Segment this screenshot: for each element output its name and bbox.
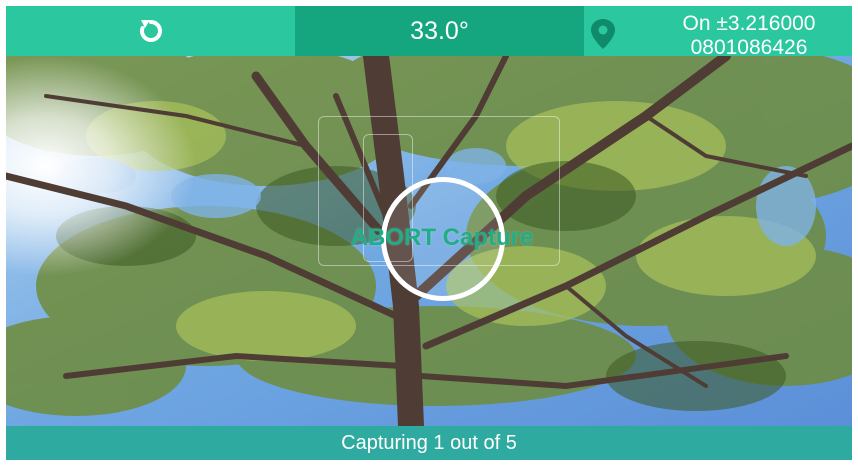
- camera-capture-screen: ABORT Capture 33.0° On ±3.216000 0801086…: [6, 6, 852, 460]
- gps-line-2: 0801086426: [690, 36, 808, 56]
- reset-button[interactable]: [6, 6, 295, 56]
- map-pin-icon: [591, 19, 615, 49]
- abort-capture-button[interactable]: ABORT Capture: [316, 224, 568, 252]
- angle-readout: 33.0°: [295, 6, 584, 56]
- gps-accuracy: On ±3.216000 0801086426: [654, 12, 844, 56]
- top-bar: 33.0° On ±3.216000 0801086426: [6, 6, 852, 56]
- capture-progress-text: Capturing 1 out of 5: [341, 431, 517, 454]
- status-bar: Capturing 1 out of 5: [6, 426, 852, 460]
- refresh-icon: [139, 20, 162, 42]
- angle-value: 33.0°: [410, 16, 469, 45]
- gps-line-1: On ±3.216000: [682, 12, 816, 35]
- gps-status[interactable]: On ±3.216000 0801086426: [584, 6, 852, 56]
